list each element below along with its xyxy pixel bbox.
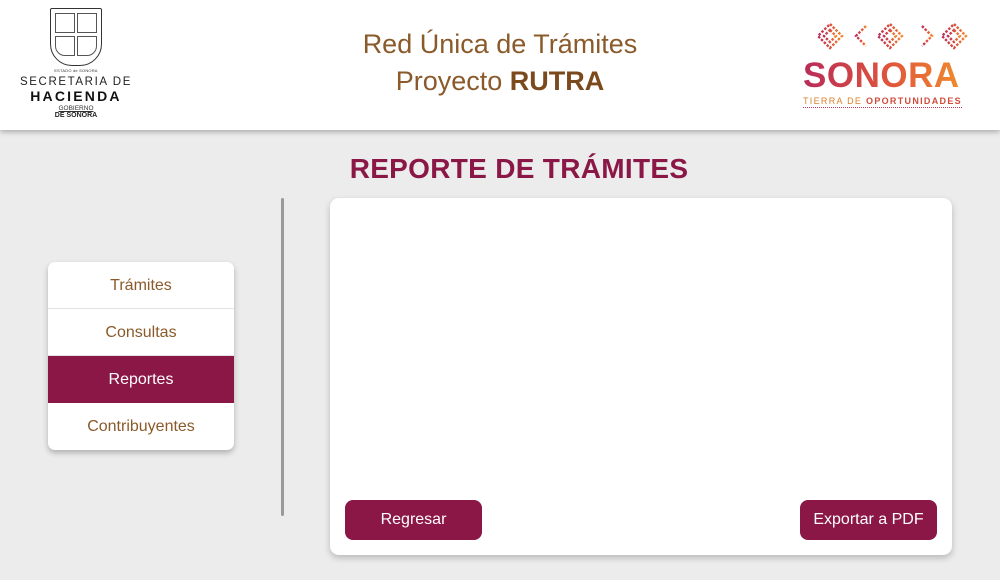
state-crest-icon [50,8,102,66]
menu-item-reportes[interactable]: Reportes [48,356,234,403]
sonora-wordmark: SONORA [803,56,960,95]
sonora-pattern-icon [816,22,968,50]
logo-secretaria-text: SECRETARIA DE [20,76,132,88]
menu-item-consultas[interactable]: Consultas [48,309,234,356]
crest-banner-text: ESTADO de SONORA [54,68,98,73]
menu-item-tramites[interactable]: Trámites [48,262,234,309]
vertical-divider [281,198,284,516]
page-title: REPORTE DE TRÁMITES [349,153,689,184]
sonora-tag-prefix: TIERRA DE [803,96,867,106]
menu-item-contribuyentes[interactable]: Contribuyentes [48,403,234,450]
export-pdf-button[interactable]: Exportar a PDF [800,500,937,540]
app-title-line1: Red Única de Trámites [362,29,638,59]
app-title-prefix: Proyecto [395,66,510,96]
logo-sonora-text: DE SONORA [54,112,98,119]
sonora-tag-bold: OPORTUNIDADES [866,96,962,106]
app-title: Red Única de Trámites Proyecto RUTRA [300,26,700,100]
logo-gobierno-text: GOBIERNO [58,105,94,112]
back-button[interactable]: Regresar [345,500,482,540]
app-header: ESTADO de SONORA SECRETARIA DE HACIENDA … [0,0,1000,130]
secretaria-hacienda-logo: ESTADO de SONORA SECRETARIA DE HACIENDA … [18,8,134,124]
logo-hacienda-text: HACIENDA [30,88,122,104]
sonora-brand-logo: SONORA TIERRA DE OPORTUNIDADES [800,18,986,114]
sonora-tagline: TIERRA DE OPORTUNIDADES [803,96,962,108]
report-panel: Regresar Exportar a PDF [330,198,952,555]
app-title-line2: Proyecto RUTRA [300,63,700,100]
app-title-rutra: RUTRA [509,66,605,96]
sidebar-menu: Trámites Consultas Reportes Contribuyent… [48,262,234,450]
